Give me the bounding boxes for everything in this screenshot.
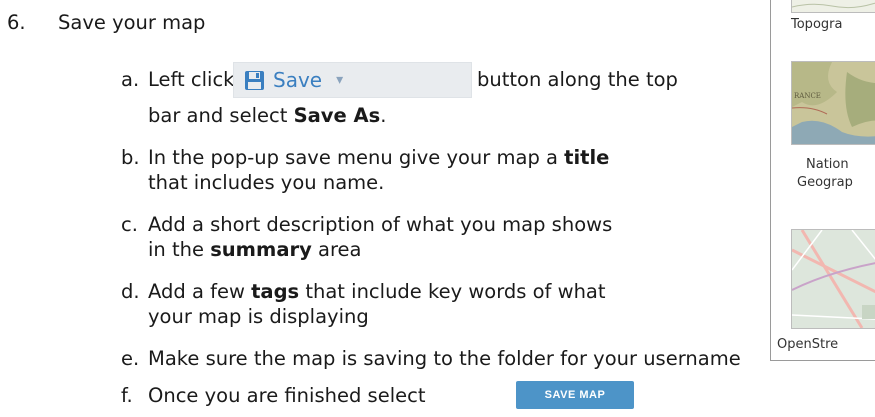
item-a-marker: a. [121,68,140,91]
item-b-line2: that includes you name. [148,171,385,194]
item-a-line2-post: . [380,104,387,127]
item-b-marker: b. [121,146,140,169]
item-d-line1-pre: Add a few [148,280,252,303]
save-button-label: Save [273,68,323,92]
item-d-line1: Add a few tags that include key words of… [148,280,606,304]
save-map-button[interactable]: SAVE MAP [516,381,634,409]
floppy-disk-icon [244,70,265,91]
item-e-marker: e. [121,347,140,370]
item-c-marker: c. [121,213,138,236]
item-b-line1-pre: In the pop-up save menu give your map a [148,146,565,169]
basemap-caption-topographic: Topogra [791,17,843,32]
item-a-line2-pre: bar and select [148,104,294,127]
chevron-down-icon: ▾ [336,72,344,88]
basemap-thumb-openstreetmap[interactable] [791,229,875,329]
item-a-line2-bold: Save As [293,104,381,127]
item-d-line1-post: that include key words of what [299,280,606,303]
basemap-caption-geographic: Geograp [797,175,853,190]
item-e-text: Make sure the map is saving to the folde… [148,347,741,370]
save-button[interactable]: Save ▾ [233,62,472,98]
item-c-line2: in the summary area [148,238,362,262]
basemap-caption-openstreetmap: OpenStre [777,337,839,352]
item-a-line2: bar and select Save As. [148,104,386,128]
basemap-thumb-national-geographic[interactable]: RANCE [791,61,875,145]
item-f-text: Once you are finished select [148,384,426,407]
item-c-line1: Add a short description of what you map … [148,213,613,236]
item-c-line2-post: area [311,238,362,261]
item-c-line2-bold: summary [210,238,312,261]
svg-text:RANCE: RANCE [794,92,821,100]
basemap-thumb-topographic[interactable] [791,0,875,13]
item-a-text-cont: button along the top [477,68,678,91]
step-title: Save your map [58,11,206,34]
item-d-marker: d. [121,280,140,303]
item-d-line1-bold: tags [251,280,300,303]
item-d-line2: your map is displaying [148,305,369,328]
item-c-line2-pre: in the [148,238,211,261]
item-b-line1-bold: title [564,146,610,169]
basemap-caption-national: Nation [806,157,849,172]
item-f-marker: f. [121,384,133,407]
basemap-gallery-panel: RANCE Topogra Nation Geograp OpenStre [770,0,875,361]
step-number: 6. [7,11,26,34]
item-b-line1: In the pop-up save menu give your map a … [148,146,609,170]
